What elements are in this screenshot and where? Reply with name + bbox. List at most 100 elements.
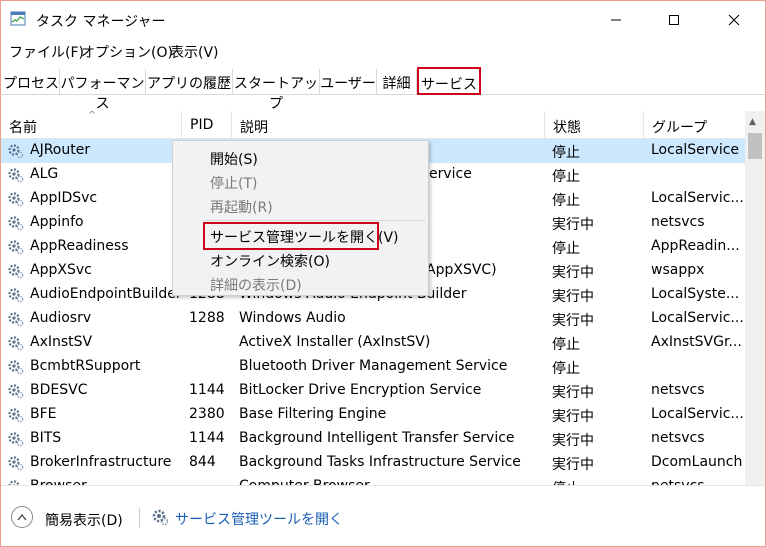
- cell-group: DcomLaunch: [651, 454, 743, 470]
- scroll-thumb[interactable]: [748, 133, 762, 159]
- ctx-stop: 停止(T): [210, 176, 258, 192]
- cell-description: ervice: [429, 166, 472, 182]
- ctx-go-to-details: 詳細の表示(D): [210, 278, 302, 294]
- column-header-group[interactable]: グループ: [644, 111, 745, 139]
- cell-name: BrokerInfrastructure: [30, 454, 172, 470]
- maximize-button[interactable]: [645, 1, 703, 39]
- ctx-open-services-highlight: [203, 222, 379, 250]
- tab-strip: プロセス パフォーマンス アプリの履歴 スタートアップ ユーザー 詳細 サービス: [1, 67, 765, 112]
- column-header-pid[interactable]: PID: [182, 111, 232, 139]
- cell-status: 停止: [552, 193, 580, 209]
- tab-startup[interactable]: スタートアップ: [233, 69, 320, 112]
- service-gear-icon: [7, 143, 25, 159]
- cell-pid: 844: [189, 454, 216, 470]
- cell-description: AppXSVC): [426, 262, 497, 278]
- service-gear-icon: [7, 167, 25, 183]
- cell-name: BFE: [30, 406, 57, 422]
- service-gear-icon: [7, 383, 25, 399]
- service-gear-icon: [7, 239, 25, 255]
- column-header-status[interactable]: 状態: [545, 111, 644, 139]
- cell-description: Windows Audio: [239, 310, 346, 326]
- cell-status: 停止: [552, 337, 580, 353]
- cell-status: 実行中: [552, 457, 594, 473]
- open-services-link[interactable]: サービス管理ツールを開く: [175, 509, 343, 529]
- cell-description: BitLocker Drive Encryption Service: [239, 382, 482, 398]
- menu-bar: ファイル(F) オプション(O) 表示(V): [1, 39, 765, 63]
- cell-group: LocalServic...: [651, 310, 743, 326]
- menu-file[interactable]: ファイル(F): [9, 42, 84, 62]
- service-gear-icon: [7, 215, 25, 231]
- table-row[interactable]: Audiosrv 1288 Windows Audio 実行中 LocalServic.…: [1, 307, 745, 331]
- close-icon: [728, 14, 740, 26]
- tab-users[interactable]: ユーザー: [320, 69, 377, 95]
- cell-name: Browser: [30, 478, 180, 485]
- maximize-icon: [669, 15, 679, 25]
- table-row[interactable]: BITS 1144 Background Intelligent Transfer …: [1, 427, 745, 451]
- cell-description: Background Intelligent Transfer Service: [239, 430, 515, 446]
- menu-options[interactable]: オプション(O): [81, 42, 173, 62]
- tab-performance[interactable]: パフォーマンス: [60, 69, 146, 112]
- ctx-start[interactable]: 開始(S): [173, 146, 428, 170]
- service-gear-icon: [7, 359, 25, 375]
- cell-status: 停止: [552, 145, 580, 161]
- column-header-description[interactable]: 説明: [232, 111, 545, 139]
- tab-app-history[interactable]: アプリの履歴: [146, 69, 233, 95]
- fewer-details-label[interactable]: 簡易表示(D): [45, 510, 123, 530]
- table-header: 名前 ^ PID 説明 状態 グループ: [1, 111, 765, 139]
- cell-pid: 1144: [189, 430, 225, 446]
- cell-group: LocalServic...: [651, 406, 743, 422]
- service-gear-icon: [7, 191, 25, 207]
- cell-status: 停止: [552, 478, 642, 485]
- cell-description: Base Filtering Engine: [239, 406, 387, 422]
- tab-processes[interactable]: プロセス: [3, 69, 60, 95]
- cell-name: ALG: [30, 166, 59, 182]
- gear-service-icon[interactable]: [151, 508, 169, 526]
- cell-description: Bluetooth Driver Management Service: [239, 358, 508, 374]
- task-manager-window: タスク マネージャー ファイル(F) オプション(O) 表示(V) プロセス パ…: [0, 0, 766, 547]
- close-button[interactable]: [705, 1, 763, 39]
- cell-name: AxInstSV: [30, 334, 93, 350]
- ctx-separator: [203, 220, 425, 221]
- table-row[interactable]: Browser Computer Browser 停止 netsvcs: [1, 475, 745, 485]
- cell-pid: 1288: [189, 310, 225, 326]
- cell-group: netsvcs: [651, 478, 743, 485]
- cell-status: 実行中: [552, 409, 594, 425]
- cell-group: netsvcs: [651, 214, 705, 230]
- cell-name: Appinfo: [30, 214, 84, 230]
- menu-view[interactable]: 表示(V): [170, 42, 219, 62]
- service-gear-icon: [7, 431, 25, 447]
- sort-up-icon: ^: [88, 111, 97, 121]
- cell-name: BcmbtRSupport: [30, 358, 141, 374]
- fewer-details-button[interactable]: [11, 506, 33, 528]
- tab-services[interactable]: サービス: [417, 67, 481, 95]
- task-manager-icon: [10, 11, 26, 27]
- cell-group: netsvcs: [651, 430, 705, 446]
- cell-name: BDESVC: [30, 382, 88, 398]
- cell-group: AppReadin...: [651, 238, 740, 254]
- cell-pid: 2380: [189, 406, 225, 422]
- cell-group: LocalServic...: [651, 190, 743, 206]
- vertical-scrollbar[interactable]: ▲: [745, 111, 765, 485]
- chevron-up-icon: [17, 513, 27, 521]
- cell-group: LocalSyste...: [651, 286, 740, 302]
- cell-status: 実行中: [552, 217, 594, 233]
- table-row[interactable]: BrokerInfrastructure 844 Background Tasks …: [1, 451, 745, 475]
- cell-name: AppReadiness: [30, 238, 129, 254]
- ctx-search-online[interactable]: オンライン検索(O): [173, 248, 428, 272]
- cell-pid: 1144: [189, 382, 225, 398]
- column-header-name[interactable]: 名前 ^: [1, 111, 182, 139]
- table-row[interactable]: BcmbtRSupport Bluetooth Driver Management…: [1, 355, 745, 379]
- cell-group: LocalService: [651, 142, 740, 158]
- table-row[interactable]: AxInstSV ActiveX Installer (AxInstSV) 停止 Ax…: [1, 331, 745, 355]
- cell-status: 実行中: [552, 433, 594, 449]
- cell-status: 実行中: [552, 313, 594, 329]
- table-row[interactable]: BFE 2380 Base Filtering Engine 実行中 LocalServ…: [1, 403, 745, 427]
- cell-group: AxInstSVGr...: [651, 334, 742, 350]
- minimize-button[interactable]: [587, 1, 645, 39]
- cell-status: 停止: [552, 241, 580, 257]
- tab-details[interactable]: 詳細: [377, 69, 417, 95]
- context-menu: 開始(S) 停止(T) 再起動(R) サービス管理ツールを開く(V) オンライン…: [172, 140, 429, 296]
- cell-group: netsvcs: [651, 382, 705, 398]
- scroll-up-arrow-icon[interactable]: ▲: [749, 117, 756, 127]
- table-row[interactable]: BDESVC 1144 BitLocker Drive Encryption Ser…: [1, 379, 745, 403]
